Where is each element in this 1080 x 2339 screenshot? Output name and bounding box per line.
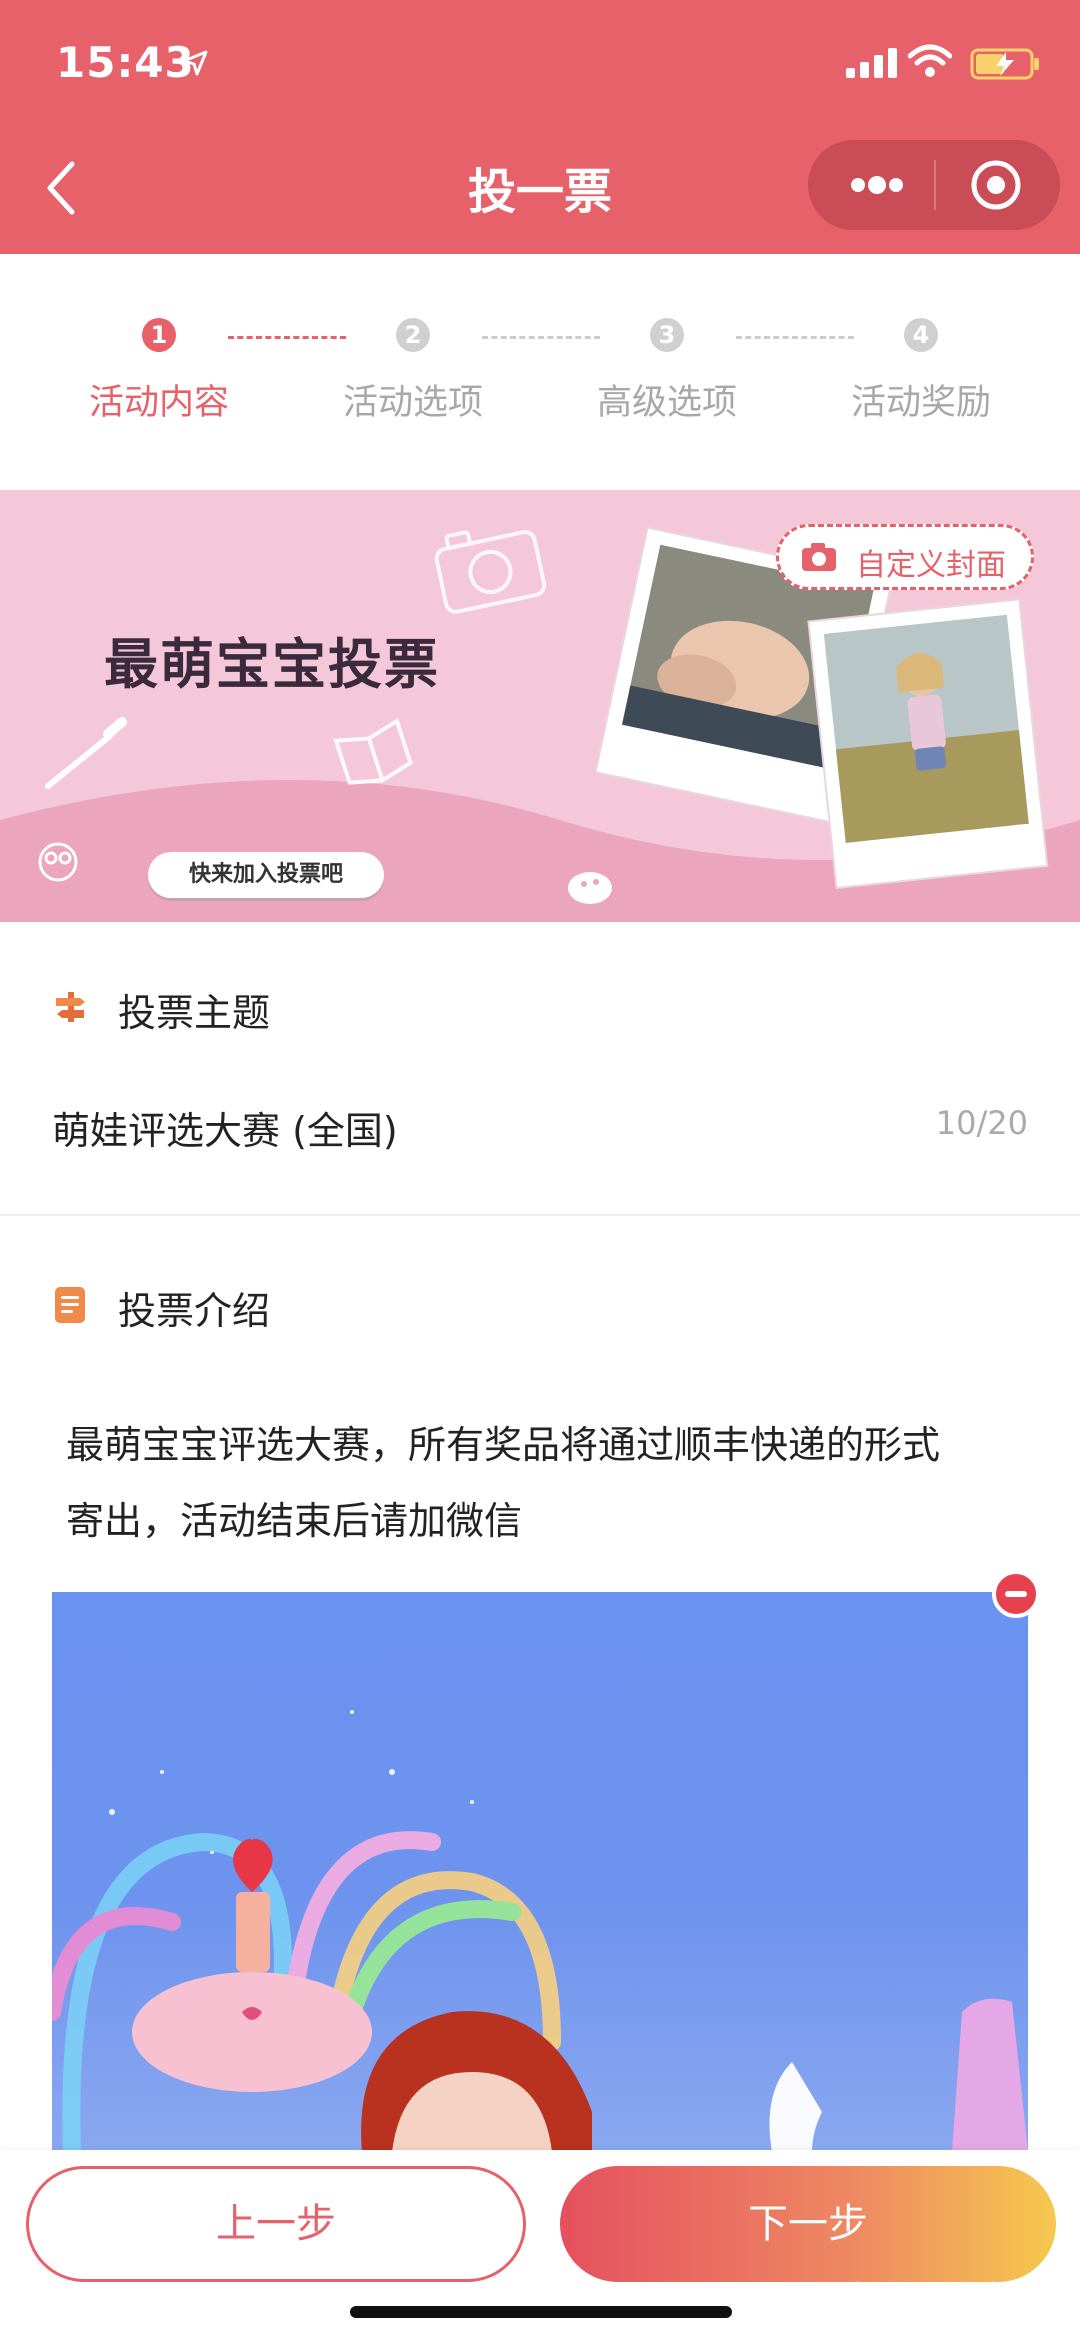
status-time: 15:43	[56, 38, 195, 87]
location-arrow-icon	[182, 50, 208, 76]
step-4-number: 4	[904, 318, 938, 352]
previous-step-button[interactable]: 上一步	[26, 2166, 526, 2282]
step-1-number: 1	[142, 318, 176, 352]
section-divider	[0, 1214, 1080, 1216]
close-mini-program-button[interactable]	[940, 140, 1050, 230]
banner-subtitle: 快来加入投票吧	[148, 852, 384, 898]
capsule-divider	[934, 160, 936, 210]
intro-text-line-1[interactable]: 最萌宝宝评选大赛，所有奖品将通过顺丰快递的形式	[66, 1414, 940, 1469]
cartoon-illustration	[52, 1710, 1028, 2152]
minus-icon	[1005, 1591, 1027, 1597]
remove-image-button[interactable]	[992, 1570, 1040, 1618]
step-2-number: 2	[396, 318, 430, 352]
custom-cover-label: 自定义封面	[856, 548, 1006, 583]
signpost-icon	[56, 992, 85, 1022]
target-circle-icon	[971, 160, 1021, 210]
tab-activity-rewards[interactable]: 活动奖励	[821, 374, 1021, 425]
intro-text-line-2[interactable]: 寄出，活动结束后请加微信	[66, 1490, 522, 1545]
tab-advanced-options[interactable]: 高级选项	[567, 374, 767, 425]
tab-activity-options[interactable]: 活动选项	[313, 374, 513, 425]
step-connector	[228, 336, 346, 339]
step-connector	[482, 336, 600, 339]
document-icon	[55, 1287, 85, 1323]
intro-section-title: 投票介绍	[118, 1289, 271, 1333]
step-3-number: 3	[650, 318, 684, 352]
watermark: 知乎 @小鱼儿	[852, 2280, 1042, 2315]
signal-icon	[846, 48, 897, 78]
back-arrow-icon[interactable]	[40, 158, 84, 218]
next-step-button[interactable]: 下一步	[560, 2166, 1056, 2282]
page-title: 投一票	[467, 164, 612, 220]
tab-activity-content[interactable]: 活动内容	[59, 374, 259, 425]
topic-input[interactable]: 萌娃评选大赛 (全国)	[52, 1100, 398, 1155]
home-indicator	[350, 2306, 732, 2318]
camera-icon	[802, 543, 836, 571]
topic-char-counter: 10/20	[935, 1104, 1028, 1142]
banner-title: 最萌宝宝投票	[104, 633, 440, 696]
battery-icon	[970, 48, 1039, 80]
intro-image	[52, 1592, 1028, 2152]
more-dots-icon	[851, 176, 903, 194]
topic-section-title: 投票主题	[118, 991, 271, 1035]
step-connector	[736, 336, 854, 339]
wifi-icon	[908, 44, 952, 77]
more-button[interactable]	[822, 140, 932, 230]
